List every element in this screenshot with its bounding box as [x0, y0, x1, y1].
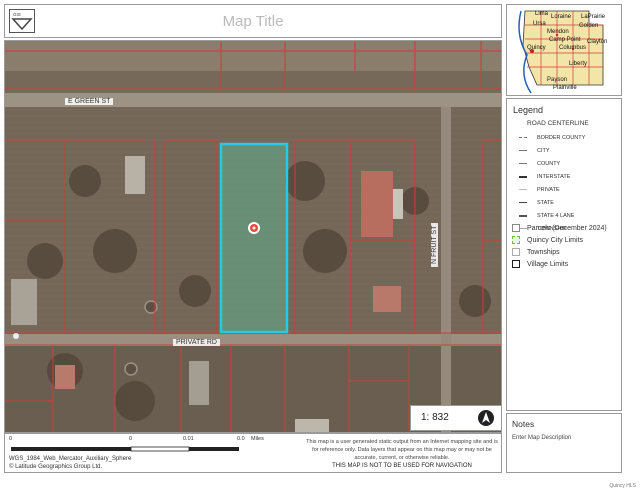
inset-place-7: Clayton: [587, 39, 608, 45]
legend-road-item: CITY: [519, 144, 585, 157]
scale-units: Miles: [251, 436, 264, 442]
legend-road-item: COUNTY: [519, 157, 585, 170]
overview-inset-map[interactable]: Lima Loraine LaPrairie Ursa Golden Mendo…: [506, 4, 622, 96]
north-arrow-icon: [478, 410, 494, 426]
line-swatch: [519, 214, 527, 217]
legend-layer-townships: Townships: [512, 246, 607, 258]
inset-place-4: Golden: [579, 23, 599, 29]
inset-place-6: Camp Point: [549, 37, 581, 43]
line-swatch: [519, 137, 527, 138]
legend-road-item: BORDER COUNTY: [519, 131, 585, 144]
scale-ratio: 1: 832: [421, 412, 449, 423]
map-canvas[interactable]: E GREEN ST PRIVATE RD N FRUIT ST: [4, 40, 502, 433]
inset-place-10: Liberty: [569, 61, 588, 67]
legend-road-item: STATE: [519, 196, 585, 209]
inset-place-8: Quincy: [527, 45, 546, 51]
line-swatch: [519, 150, 527, 151]
city-limits-swatch: [512, 236, 520, 244]
line-swatch: [519, 175, 527, 178]
inset-place-3: Ursa: [533, 21, 546, 27]
disclaimer-warning: THIS MAP IS NOT TO BE USED FOR NAVIGATIO…: [332, 463, 472, 469]
legend-layer-city-limits: Quincy City Limits: [512, 234, 607, 246]
townships-swatch: [512, 248, 520, 256]
inset-place-5: Mendon: [547, 29, 569, 35]
legend-title: Legend: [513, 105, 544, 115]
projection-text: WGS_1984_Web_Mercator_Auxiliary_Sphere: [9, 456, 132, 462]
line-swatch: [519, 202, 527, 203]
inset-place-2: LaPrairie: [581, 14, 606, 20]
line-swatch: [519, 189, 527, 190]
scale-tick-0: 0: [9, 436, 13, 442]
notes-text: Enter Map Description: [512, 435, 572, 441]
street-label-n-fruit: N FRUIT ST: [431, 222, 438, 267]
map-title: Map Title: [222, 13, 284, 30]
notes-title: Notes: [512, 419, 535, 429]
notes-panel: Notes Enter Map Description: [506, 413, 622, 473]
street-label-private-rd: PRIVATE RD: [173, 339, 220, 346]
disclaimer-text: This map is a user generated static outp…: [306, 439, 498, 461]
inset-place-0: Lima: [535, 11, 549, 17]
legend-panel: Legend ROAD CENTERLINE BORDER COUNTY CIT…: [506, 98, 622, 411]
location-pin-icon: [248, 222, 260, 234]
map-footer: 0 0 0.01 0.0 Miles WGS_1984_Web_Mercator…: [4, 433, 502, 473]
legend-layer-parcels: Parcels (December 2024): [512, 222, 607, 234]
line-swatch: [519, 163, 527, 164]
scale-tick-c: 0.0: [237, 436, 245, 442]
scale-ratio-box: 1: 832: [410, 405, 502, 431]
inset-place-9: Columbus: [559, 45, 587, 51]
inset-place-11: Payson: [547, 77, 568, 83]
inset-place-1: Loraine: [551, 14, 572, 20]
legend-road-item: INTERSTATE: [519, 170, 585, 183]
legend-layer-village-limits: Village Limits: [512, 258, 607, 270]
parcels-swatch: [512, 224, 520, 232]
inset-place-12: Plainville: [553, 85, 577, 91]
layer-list: Parcels (December 2024) Quincy City Limi…: [512, 222, 607, 270]
street-label-e-green: E GREEN ST: [65, 98, 114, 105]
copyright-text: © Latitude Geographics Group Ltd.: [9, 464, 103, 470]
credit-text: Quincy HLS: [609, 483, 636, 489]
legend-road-header: ROAD CENTERLINE: [527, 120, 589, 127]
disclaimer: This map is a user generated static outp…: [305, 438, 499, 470]
legend-road-item: STATE 4 LANE: [519, 209, 585, 222]
legend-road-item: PRIVATE: [519, 183, 585, 196]
map-header: GIS Map Title: [4, 4, 502, 38]
road-centerline-list: BORDER COUNTY CITY COUNTY INTERSTATE PRI…: [519, 131, 585, 235]
village-limits-swatch: [512, 260, 520, 268]
scale-tick-b: 0.01: [183, 436, 194, 442]
scale-tick-a: 0: [129, 436, 133, 442]
